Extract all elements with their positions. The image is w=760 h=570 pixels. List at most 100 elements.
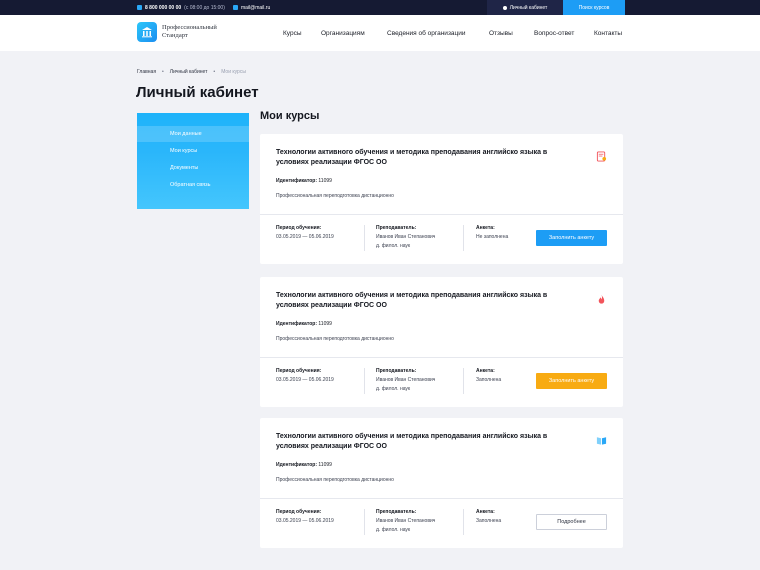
logo[interactable]: Профессиональный Стандарт [137, 22, 217, 42]
book-icon [595, 434, 607, 446]
search-courses-button[interactable]: Поиск курсов [563, 0, 625, 15]
breadcrumb-current: Мои курсы [221, 69, 246, 75]
header: Профессиональный Стандарт Курсы Организа… [0, 15, 760, 51]
card-divider [260, 214, 623, 215]
course-type: Профессиональная переподготовка дистанци… [276, 336, 394, 342]
survey-label: Анкета: [476, 509, 495, 515]
email-contact[interactable]: mail@mail.ru [233, 0, 270, 15]
period-value: 03.05.2019 — 05.06.2019 [276, 234, 334, 240]
survey-info: Анкета: Заполнена [476, 508, 501, 526]
course-card: Технологии активного обучения и методика… [260, 277, 623, 407]
nav-organizations-label[interactable]: Организациям [321, 30, 365, 37]
course-title[interactable]: Технологии активного обучения и методика… [276, 432, 576, 452]
sidebar: Мои данные Мои курсы Документы Обратная … [137, 113, 249, 209]
fire-icon [595, 293, 607, 305]
teacher-label: Преподаватель: [376, 225, 417, 231]
teacher-info: Преподаватель: Иванов Иван Степанович д.… [376, 508, 435, 535]
course-title[interactable]: Технологии активного обучения и методика… [276, 291, 576, 311]
teacher-info: Преподаватель: Иванов Иван Степанович д.… [376, 224, 435, 251]
logo-line-1: Профессиональный [162, 24, 217, 31]
search-courses-label: Поиск курсов [578, 4, 610, 11]
study-period: Период обучения: 03.05.2019 — 05.06.2019 [276, 224, 334, 242]
teacher-label: Преподаватель: [376, 368, 417, 374]
study-period: Период обучения: 03.05.2019 — 05.06.2019 [276, 508, 334, 526]
survey-status: Заполнена [476, 518, 502, 524]
sidebar-item-my-courses[interactable]: Мои курсы [137, 143, 249, 159]
period-value: 03.05.2019 — 05.06.2019 [276, 377, 334, 383]
teacher-label: Преподаватель: [376, 509, 417, 515]
nav-courses-label[interactable]: Курсы [283, 30, 302, 37]
teacher-name: Иванов Иван Степанович [376, 518, 436, 524]
identifier-label: Идентификатор: [276, 462, 317, 468]
building-icon [137, 22, 157, 42]
phone-contact[interactable]: 8 800 000 00 00 (с 08:00 до 15:00) [137, 0, 225, 15]
working-hours: (с 08:00 до 15:00) [184, 4, 225, 11]
nav-item-faq[interactable]: Вопрос-ответ [534, 15, 574, 51]
sidebar-item-label: Мои данные [170, 131, 202, 137]
course-identifier: Идентификатор: 11099 [276, 462, 332, 468]
nav-item-organizations[interactable]: Организациям [321, 15, 365, 51]
nav-contacts-label[interactable]: Контакты [594, 30, 622, 37]
section-title: Мои курсы [260, 110, 320, 122]
column-divider [364, 225, 365, 251]
period-label: Период обучения: [276, 368, 322, 374]
survey-info: Анкета: Заполнена [476, 367, 501, 385]
mail-icon [233, 5, 238, 10]
survey-label: Анкета: [476, 225, 495, 231]
nav-org-info-label[interactable]: Сведения об организации [387, 30, 466, 37]
user-icon [502, 5, 507, 10]
nav-item-org-info[interactable]: Сведения об организации [387, 15, 466, 51]
sidebar-item-label: Документы [170, 165, 199, 171]
teacher-name: Иванов Иван Степанович [376, 377, 436, 383]
identifier-label: Идентификатор: [276, 178, 317, 184]
logo-line-2: Стандарт [162, 32, 188, 39]
nav-item-contacts[interactable]: Контакты [594, 15, 622, 51]
survey-info: Анкета: Не заполнена [476, 224, 508, 242]
fill-survey-button[interactable]: Заполнить анкету [536, 230, 607, 246]
column-divider [364, 509, 365, 535]
details-button[interactable]: Подробнее [536, 514, 607, 530]
period-value: 03.05.2019 — 05.06.2019 [276, 518, 334, 524]
nav-faq-label[interactable]: Вопрос-ответ [534, 30, 574, 37]
breadcrumb-separator: • [213, 69, 216, 75]
nav-item-courses[interactable]: Курсы [283, 15, 302, 51]
breadcrumb-cabinet[interactable]: Личный кабинет [170, 69, 208, 75]
nav-item-reviews[interactable]: Отзывы [489, 15, 513, 51]
sidebar-item-documents[interactable]: Документы [137, 160, 249, 176]
course-type: Профессиональная переподготовка дистанци… [276, 477, 394, 483]
course-card: Технологии активного обучения и методика… [260, 418, 623, 548]
teacher-info: Преподаватель: Иванов Иван Степанович д.… [376, 367, 435, 394]
sidebar-item-my-data[interactable]: Мои данные [137, 126, 249, 142]
card-divider [260, 357, 623, 358]
survey-label: Анкета: [476, 368, 495, 374]
course-card: Технологии активного обучения и методика… [260, 134, 623, 264]
breadcrumb-home[interactable]: Главная [137, 69, 156, 75]
column-divider [364, 368, 365, 394]
course-type: Профессиональная переподготовка дистанци… [276, 193, 394, 199]
logo-text: Профессиональный Стандарт [162, 24, 217, 40]
email-address: mail@mail.ru [241, 4, 271, 11]
teacher-degree: д. филол. наук [376, 243, 411, 249]
sidebar-item-label: Обратная связь [170, 182, 211, 188]
nav-reviews-label[interactable]: Отзывы [489, 30, 513, 37]
card-divider [260, 498, 623, 499]
identifier-value: 11099 [318, 321, 332, 327]
survey-status: Не заполнена [476, 234, 509, 240]
teacher-name: Иванов Иван Степанович [376, 234, 436, 240]
study-period: Период обучения: 03.05.2019 — 05.06.2019 [276, 367, 334, 385]
period-label: Период обучения: [276, 225, 322, 231]
page-title: Личный кабинет [136, 84, 259, 101]
period-label: Период обучения: [276, 509, 322, 515]
certificate-icon [595, 150, 607, 162]
top-bar: 8 800 000 00 00 (с 08:00 до 15:00) mail@… [0, 0, 760, 15]
phone-number: 8 800 000 00 00 [145, 4, 182, 11]
identifier-value: 11099 [318, 178, 332, 184]
identifier-value: 11099 [318, 462, 332, 468]
fill-survey-button[interactable]: Заполнить анкету [536, 373, 607, 389]
column-divider [463, 225, 464, 251]
sidebar-item-feedback[interactable]: Обратная связь [137, 177, 249, 193]
course-title[interactable]: Технологии активного обучения и методика… [276, 148, 576, 168]
column-divider [463, 509, 464, 535]
column-divider [463, 368, 464, 394]
personal-cabinet-button[interactable]: Личный кабинет [487, 0, 563, 15]
